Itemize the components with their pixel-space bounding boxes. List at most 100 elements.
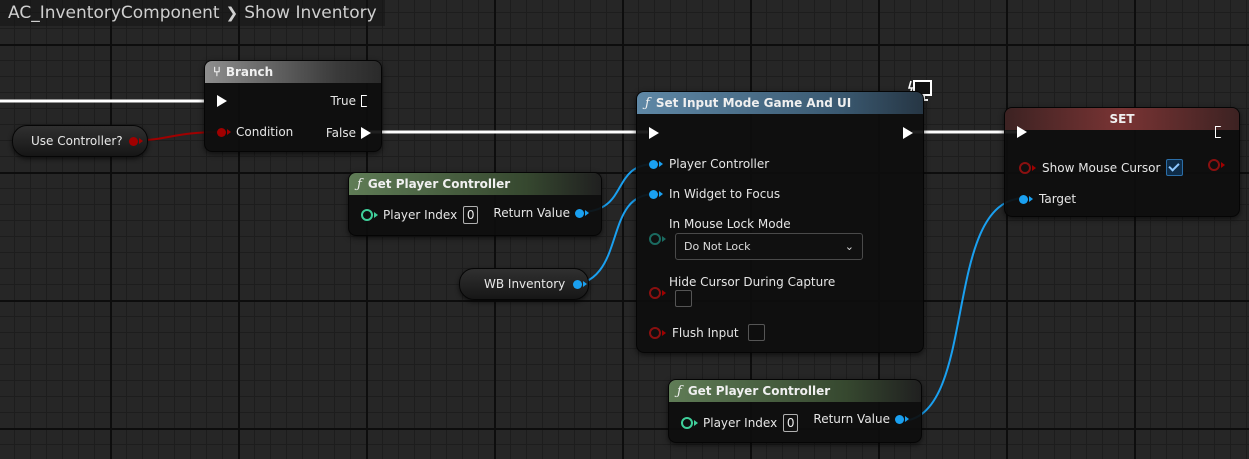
use-controller-variable-node[interactable]: Use Controller? <box>12 125 148 157</box>
set-exec-in-pin[interactable] <box>1017 126 1027 138</box>
show-mouse-cursor-output-pin[interactable] <box>1208 159 1225 171</box>
use-controller-label: Use Controller? <box>31 134 123 148</box>
set-node-title: SET <box>1109 112 1135 126</box>
set-node-header[interactable]: SET <box>1005 108 1239 130</box>
widget-to-focus-pin[interactable]: In Widget to Focus <box>649 187 780 201</box>
set-input-mode-exec-in-pin[interactable] <box>649 127 659 139</box>
pin-arrow-icon <box>1029 196 1033 202</box>
return-value-label: Return Value <box>493 206 570 220</box>
pin-arrow-icon <box>374 212 378 218</box>
pin-arrow-icon <box>659 161 663 167</box>
bool-pin-icon <box>649 326 661 339</box>
get-player-controller-header[interactable]: ƒ Get Player Controller <box>669 380 921 402</box>
get-player-controller-node[interactable]: ƒ Get Player Controller Player Index 0 R… <box>668 379 922 443</box>
get-player-controller-header[interactable]: ƒ Get Player Controller <box>349 173 601 195</box>
pin-arrow-icon <box>583 281 588 287</box>
target-label: Target <box>1039 192 1077 206</box>
exec-in-icon <box>649 127 659 139</box>
bool-pin-icon <box>217 127 226 137</box>
player-controller-pin[interactable]: Player Controller <box>649 157 769 171</box>
show-mouse-cursor-checkbox[interactable] <box>1166 159 1184 176</box>
branch-condition-label: Condition <box>236 125 294 139</box>
branch-false-pin[interactable]: False <box>326 126 371 140</box>
mouse-lock-mode-value: Do Not Lock <box>684 240 751 253</box>
set-input-mode-exec-out-pin[interactable] <box>903 127 913 139</box>
player-index-label: Player Index <box>703 416 778 430</box>
pin-arrow-icon <box>227 129 231 135</box>
wb-inventory-output-pin[interactable] <box>573 279 583 289</box>
pin-arrow-icon <box>662 290 666 296</box>
branch-title: Branch <box>225 65 274 79</box>
enum-pin-icon <box>649 233 661 245</box>
branch-exec-in-pin[interactable] <box>217 95 227 107</box>
return-value-pin[interactable]: Return Value <box>813 412 909 426</box>
use-controller-output-pin[interactable] <box>128 136 138 146</box>
branch-condition-pin[interactable]: Condition <box>217 125 293 139</box>
set-show-mouse-cursor-node[interactable]: SET Show Mouse Cursor Target <box>1004 107 1240 217</box>
function-icon: ƒ <box>645 95 650 111</box>
object-pin-icon <box>895 414 904 424</box>
show-mouse-cursor-label: Show Mouse Cursor <box>1042 160 1161 175</box>
pin-arrow-icon <box>662 329 666 336</box>
bool-pin-icon <box>649 287 661 299</box>
branch-icon: ⑂ <box>213 64 221 80</box>
hide-cursor-label: Hide Cursor During Capture <box>669 275 836 289</box>
return-value-label: Return Value <box>813 412 890 426</box>
get-player-controller-node[interactable]: ƒ Get Player Controller Player Index 0 R… <box>348 172 602 236</box>
exec-out-filled-icon <box>361 127 371 139</box>
object-pin-icon <box>575 208 584 218</box>
player-index-label: Player Index <box>383 208 458 222</box>
set-input-mode-node[interactable]: ƒ Set Input Mode Game And UI Player Cont… <box>636 91 924 353</box>
bool-pin-icon <box>1019 161 1031 174</box>
get-player-controller-title: Get Player Controller <box>687 384 831 398</box>
pin-arrow-icon <box>659 191 663 197</box>
object-pin-icon <box>1019 194 1028 204</box>
mouse-lock-mode-label: In Mouse Lock Mode <box>669 217 791 231</box>
return-value-pin[interactable]: Return Value <box>493 206 589 220</box>
player-index-input[interactable]: 0 <box>783 414 799 432</box>
wb-inventory-label: WB Inventory <box>484 277 566 291</box>
branch-node[interactable]: ⑂ Branch True Condition False <box>204 60 382 152</box>
exec-in-icon <box>1017 126 1027 138</box>
get-player-controller-title: Get Player Controller <box>367 177 511 191</box>
flush-input-pin[interactable]: Flush Input <box>649 324 765 341</box>
branch-true-label: True <box>330 94 357 108</box>
show-mouse-cursor-pin[interactable]: Show Mouse Cursor <box>1019 159 1184 176</box>
player-index-input[interactable]: 0 <box>463 206 479 224</box>
function-icon: ƒ <box>677 383 682 399</box>
mouse-lock-mode-pin[interactable] <box>649 233 666 245</box>
exec-out-icon <box>1215 126 1225 138</box>
int-pin-icon <box>361 209 373 221</box>
pin-arrow-icon <box>694 420 698 426</box>
set-input-mode-title: Set Input Mode Game And UI <box>655 96 852 110</box>
mouse-lock-mode-dropdown[interactable]: Do Not Lock ⌄ <box>675 233 863 260</box>
player-index-pin[interactable]: Player Index 0 <box>361 206 479 224</box>
pin-arrow-icon <box>1221 162 1225 168</box>
pin-arrow-icon <box>662 236 666 242</box>
set-input-mode-header[interactable]: ƒ Set Input Mode Game And UI <box>637 92 923 114</box>
pin-arrow-icon <box>1032 164 1036 171</box>
pin-arrow-icon <box>585 210 589 216</box>
target-pin[interactable]: Target <box>1019 192 1076 206</box>
wb-inventory-variable-node[interactable]: WB Inventory <box>459 268 589 300</box>
pin-arrow-icon <box>138 138 143 144</box>
chevron-down-icon: ⌄ <box>844 240 854 253</box>
set-exec-out-pin[interactable] <box>1215 126 1225 138</box>
int-pin-icon <box>681 417 693 429</box>
player-index-pin[interactable]: Player Index 0 <box>681 414 799 432</box>
wire-layer <box>0 99 1026 422</box>
hide-cursor-pin[interactable] <box>649 287 666 299</box>
branch-false-label: False <box>325 126 356 140</box>
hide-cursor-checkbox[interactable] <box>675 290 692 307</box>
exec-out-icon <box>361 95 371 107</box>
bool-pin-icon <box>1208 159 1220 171</box>
exec-in-icon <box>217 95 227 107</box>
branch-node-header[interactable]: ⑂ Branch <box>205 61 381 83</box>
branch-true-pin[interactable]: True <box>330 94 371 108</box>
object-pin-icon <box>649 189 658 199</box>
flush-input-label: Flush Input <box>672 325 739 340</box>
object-pin-icon <box>649 159 658 169</box>
flush-input-checkbox[interactable] <box>747 324 765 341</box>
pin-arrow-icon <box>905 416 909 422</box>
exec-out-filled-icon <box>903 127 913 139</box>
